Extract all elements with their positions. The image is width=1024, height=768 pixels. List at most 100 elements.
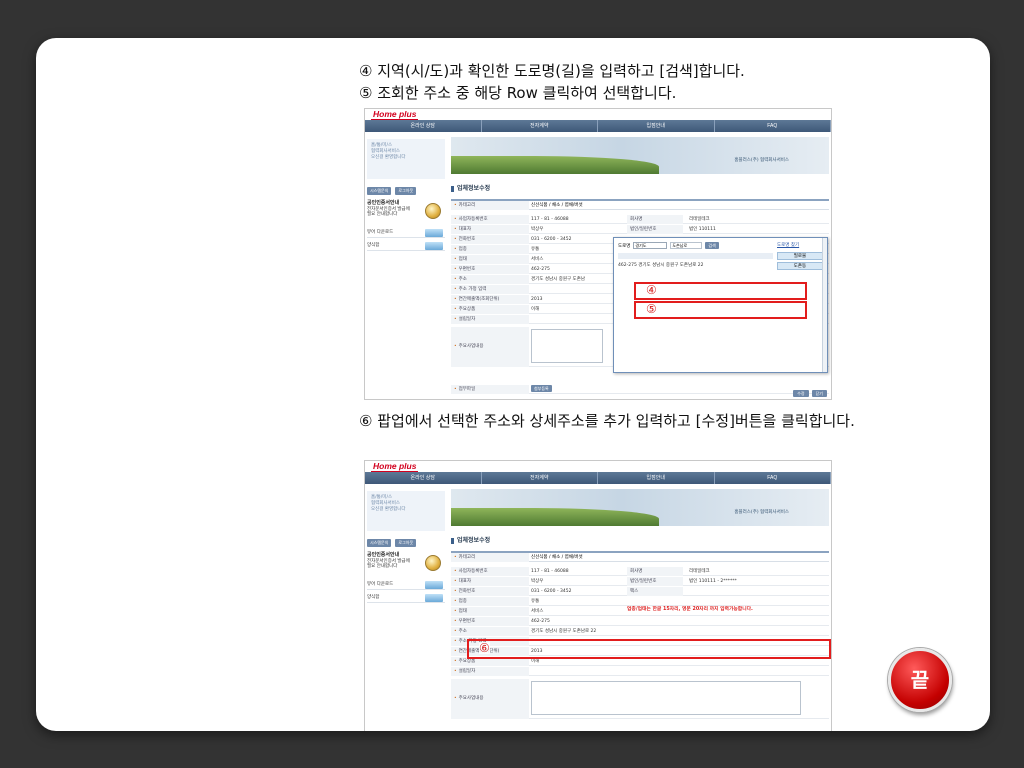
nav-item-consult[interactable]: 온라인 상담 — [365, 120, 482, 132]
download-icon — [425, 229, 443, 237]
form-label-text: 전화번호 — [458, 237, 476, 242]
form-value[interactable]: 2013 — [531, 295, 542, 304]
bullet-icon: • — [454, 387, 457, 392]
bullet-icon: • — [454, 639, 457, 644]
category-label-text: 카테고리 — [458, 203, 476, 208]
highlight-result-row — [634, 301, 807, 319]
marker-5: ⑤ — [646, 302, 657, 316]
popup-search-row: 도로명 경기도 도촌남로 검색 — [618, 242, 719, 249]
form-label: • 주소 — [451, 627, 529, 636]
instruction-step4: ④ 지역(시/도)과 확인한 도로명(길)을 입력하고 [검색]합니다. — [359, 62, 745, 80]
system-inquiry-button[interactable]: 시스템문의 — [367, 539, 392, 547]
business-description-textarea[interactable] — [531, 681, 801, 715]
form-label-text: 주소 가정 입력 — [458, 287, 487, 292]
form-value[interactable]: 이해 — [531, 305, 539, 314]
form-label: • 주소 — [451, 275, 529, 284]
bullet-icon: • — [454, 619, 457, 624]
nav-item-faq[interactable]: FAQ — [715, 472, 831, 484]
road-help-link[interactable]: 도로명 찾기 — [777, 242, 823, 248]
page-title: 업체정보수정 — [451, 535, 490, 544]
form-row: • 첨부파일 첨부등록 — [451, 385, 829, 394]
form-value-right[interactable]: 리테일테크 — [689, 567, 710, 576]
form-row: • 설립일자 — [451, 667, 829, 676]
nav-item-contract[interactable]: 전자계약 — [482, 472, 598, 484]
modify-button[interactable]: 수정 — [793, 390, 809, 397]
nav-item-consult[interactable]: 온라인 상담 — [365, 472, 482, 484]
form-value[interactable]: 서비스 — [531, 607, 543, 616]
bullet-icon: • — [454, 609, 457, 614]
road-input[interactable]: 도촌남로 — [670, 242, 703, 249]
nav-item-entry[interactable]: 입점안내 — [598, 472, 715, 484]
bullet-icon: • — [454, 696, 457, 701]
sidebar: 홈/통/미/스 협력회사서비스 오신걸 환영합니다 시스템문의 로그아웃 공인인… — [367, 487, 447, 731]
viewer-download[interactable]: 뷰어 다운로드 — [367, 580, 445, 590]
form-label-text: 우편번호 — [458, 267, 476, 272]
form-label-text: 업종 — [458, 599, 467, 604]
forms-box[interactable]: 양식함 — [367, 241, 445, 251]
bullet-icon: • — [454, 287, 457, 292]
forms-box-label: 양식함 — [367, 243, 380, 248]
form-value[interactable]: 031 - 6200 - 3452 — [531, 235, 571, 244]
option-2[interactable]: 도촌동 — [777, 262, 823, 270]
marker-6: ⑥ — [479, 641, 490, 655]
form-label: • 첨부파일 — [451, 385, 529, 394]
form-label: • 업종 — [451, 597, 529, 606]
viewer-download-label: 뷰어 다운로드 — [367, 582, 394, 587]
greeting-box: 홈/통/미/스 협력회사서비스 오신걸 환영합니다 — [367, 491, 445, 531]
form-label-text: 연간매출액(조회단위) — [458, 297, 500, 302]
form-value-right[interactable]: 법인 110111 — [689, 225, 716, 234]
logout-button[interactable]: 로그아웃 — [395, 187, 417, 195]
attach-button[interactable]: 첨부등록 — [531, 385, 552, 392]
lock-icon — [425, 203, 441, 219]
page-title: 업체정보수정 — [451, 183, 490, 192]
form-value[interactable]: 경기도 성남시 중원구 도촌남로 22 — [531, 627, 596, 636]
highlight-address-row — [467, 639, 831, 659]
region-select[interactable]: 경기도 — [633, 242, 668, 249]
close-button[interactable]: 닫기 — [811, 390, 827, 397]
forms-box[interactable]: 양식함 — [367, 593, 445, 603]
option-1[interactable]: 필로물 — [777, 252, 823, 260]
bullet-icon: • — [454, 669, 457, 674]
viewer-download[interactable]: 뷰어 다운로드 — [367, 228, 445, 238]
nav-item-entry[interactable]: 입점안내 — [598, 120, 715, 132]
nav-item-contract[interactable]: 전자계약 — [482, 120, 598, 132]
system-inquiry-button[interactable]: 시스템문의 — [367, 187, 392, 195]
end-button[interactable]: 끝 — [888, 648, 952, 712]
form-row-right: 회사명 리테일테크 — [451, 215, 829, 224]
form-label-text: 업종 — [458, 247, 467, 252]
bullet-icon: • — [454, 277, 457, 282]
form-label-text: 업태 — [458, 257, 467, 262]
form-value[interactable]: 462-275 — [531, 617, 550, 626]
form-label-text: 설립일자 — [458, 669, 476, 674]
slide: ④ 지역(시/도)과 확인한 도로명(길)을 입력하고 [검색]합니다. ⑤ 조… — [36, 38, 990, 731]
folder-icon — [425, 242, 443, 250]
form-label-right: 팩스 — [627, 587, 683, 596]
category-value: 신선식품 / 채소 / 엽채/버섯 — [531, 555, 583, 560]
form-label: • 설립일자 — [451, 667, 529, 676]
form-value-right[interactable]: 리테일테크 — [689, 215, 710, 224]
forms-box-label: 양식함 — [367, 595, 380, 600]
business-description-textarea[interactable] — [531, 329, 603, 363]
form-label-right: 법인/일련번호 — [627, 577, 683, 586]
search-button[interactable]: 검색 — [705, 242, 719, 249]
nav-item-faq[interactable]: FAQ — [715, 120, 831, 132]
instruction-step5: ⑤ 조회한 주소 중 해당 Row 클릭하여 선택합니다. — [359, 84, 677, 102]
form-value[interactable]: 경기도 성남시 중원구 도촌남 — [531, 275, 585, 284]
bullet-icon: • — [454, 297, 457, 302]
form-value-right[interactable]: 법인 110111 - 2****** — [689, 577, 737, 586]
form-value[interactable]: 유통 — [531, 597, 539, 606]
popup-scrollbar[interactable] — [822, 238, 827, 372]
bullet-icon: • — [454, 307, 457, 312]
form-value[interactable]: 462-275 — [531, 265, 550, 274]
logout-button[interactable]: 로그아웃 — [395, 539, 417, 547]
form-label-text: 주소 — [458, 629, 467, 634]
form-label: • 업태 — [451, 607, 529, 616]
form-label: • 우편번호 — [451, 265, 529, 274]
category-label-text: 카테고리 — [458, 555, 476, 560]
form-row: • 업종 유통 — [451, 597, 829, 606]
form-value[interactable]: 서비스 — [531, 255, 543, 264]
form-value[interactable]: 유통 — [531, 245, 539, 254]
greeting-line: 오신걸 환영합니다 — [371, 507, 406, 512]
lock-icon — [425, 555, 441, 571]
result-row[interactable]: 462-275 경기도 성남시 중원구 도촌남로 22 — [618, 262, 704, 268]
